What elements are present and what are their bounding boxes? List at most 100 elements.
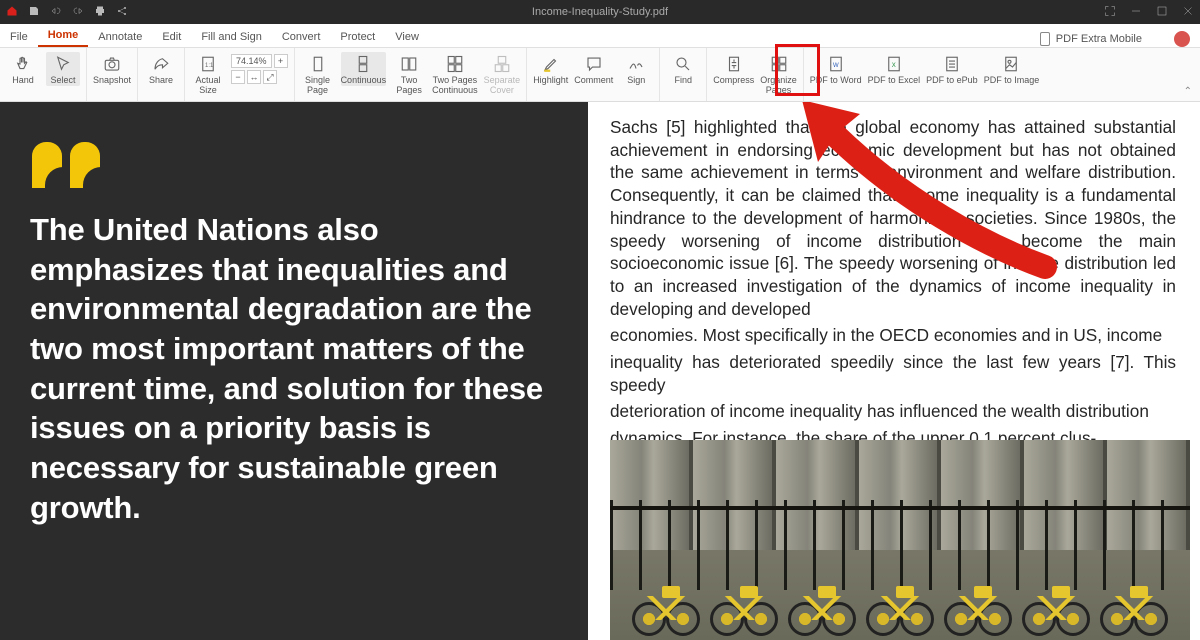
document-viewport[interactable]: The United Nations also emphasizes that … [0,102,1200,640]
save-icon[interactable] [28,5,40,20]
two-pages-cont-icon [445,54,465,74]
page-right-panel: Sachs [5] highlighted that the global ec… [588,102,1200,640]
app-home-icon[interactable] [6,5,18,20]
minimize-icon[interactable] [1130,5,1142,20]
find-button[interactable]: Find [666,52,700,86]
tab-convert[interactable]: Convert [272,27,331,47]
comment-icon [584,54,604,74]
find-label: Find [674,76,692,86]
signature-icon [626,54,646,74]
tab-view[interactable]: View [385,27,429,47]
svg-text:1:1: 1:1 [205,63,214,69]
print-icon[interactable] [94,5,106,20]
body-paragraph: economies. Most specifically in the OECD… [610,324,1176,347]
doc-word-icon: W [826,54,846,74]
share-arrow-icon [151,54,171,74]
two-pages-cont-label: Two Pages Continuous [432,76,478,96]
body-paragraph: deterioration of income inequality has i… [610,400,1176,423]
window-titlebar: Income-Inequality-Study.pdf [0,0,1200,24]
single-page-icon [308,54,328,74]
user-avatar[interactable] [1174,31,1190,47]
highlight-button[interactable]: Highlight [533,52,568,86]
search-icon [673,54,693,74]
page-left-panel: The United Nations also emphasizes that … [0,102,588,640]
doc-excel-icon: X [884,54,904,74]
svg-text:X: X [892,63,896,69]
maximize-icon[interactable] [1156,5,1168,20]
pdf-to-image-button[interactable]: PDF to Image [984,52,1040,86]
select-tool-button[interactable]: Select [46,52,80,86]
doc-epub-icon [942,54,962,74]
pdf-to-excel-button[interactable]: XPDF to Excel [868,52,921,86]
body-paragraph: inequality has deteriorated speedily sin… [610,351,1176,396]
compress-icon [724,54,744,74]
share-label: Share [149,76,173,86]
separate-cover-button: Separate Cover [484,52,521,96]
snapshot-button[interactable]: Snapshot [93,52,131,86]
collapse-ribbon-icon[interactable]: ⌃ [1184,86,1192,97]
snapshot-label: Snapshot [93,76,131,86]
organize-label: Organize Pages [760,76,797,96]
tab-protect[interactable]: Protect [330,27,385,47]
mobile-label[interactable]: PDF Extra Mobile [1056,33,1142,45]
cursor-icon [53,54,73,74]
tab-home[interactable]: Home [38,25,89,47]
close-icon[interactable] [1182,5,1194,20]
svg-text:W: W [833,63,839,69]
two-pages-icon [399,54,419,74]
zoom-fit-page-button[interactable]: ⤢ [263,70,277,84]
separate-cover-label: Separate Cover [484,76,521,96]
zoom-in-button[interactable]: + [274,54,288,68]
zoom-controls: 74.14%+ −↔⤢ [231,52,288,84]
quote-mark-icon [30,142,554,188]
single-page-label: Single Page [305,76,330,96]
hand-icon [13,54,33,74]
tab-annotate[interactable]: Annotate [88,27,152,47]
continuous-icon [353,54,373,74]
document-title: Income-Inequality-Study.pdf [532,6,668,18]
separate-cover-icon [492,54,512,74]
doc-image-icon [1001,54,1021,74]
two-pages-continuous-button[interactable]: Two Pages Continuous [432,52,478,96]
compress-button[interactable]: Compress [713,52,754,86]
article-photo [610,440,1190,640]
comment-button[interactable]: Comment [574,52,613,86]
fullscreen-icon[interactable] [1104,5,1116,20]
continuous-button[interactable]: Continuous [341,52,387,86]
select-label: Select [50,76,75,86]
actual-size-button[interactable]: 1:1Actual Size [191,52,225,96]
two-pages-label: Two Pages [396,76,422,96]
menu-bar: File Home Annotate Edit Fill and Sign Co… [0,24,1200,48]
hand-tool-button[interactable]: Hand [6,52,40,86]
highlighter-icon [541,54,561,74]
quote-text: The United Nations also emphasizes that … [30,210,554,527]
pdf-to-image-label: PDF to Image [984,76,1040,86]
zoom-value[interactable]: 74.14% [231,54,272,68]
undo-icon[interactable] [50,5,62,20]
tab-file[interactable]: File [0,27,38,47]
two-pages-button[interactable]: Two Pages [392,52,426,96]
pdf-to-word-button[interactable]: W PDF to Word [810,52,862,86]
redo-icon[interactable] [72,5,84,20]
hand-label: Hand [12,76,34,86]
mobile-icon [1040,32,1050,46]
compress-label: Compress [713,76,754,86]
body-paragraph: Sachs [5] highlighted that the global ec… [610,116,1176,320]
tab-fill-sign[interactable]: Fill and Sign [191,27,272,47]
organize-icon [769,54,789,74]
comment-label: Comment [574,76,613,86]
share-icon[interactable] [116,5,128,20]
single-page-button[interactable]: Single Page [301,52,335,96]
pdf-to-word-label: PDF to Word [810,76,862,86]
organize-pages-button[interactable]: Organize Pages [760,52,797,96]
zoom-out-button[interactable]: − [231,70,245,84]
sign-label: Sign [627,76,645,86]
sign-button[interactable]: Sign [619,52,653,86]
highlight-label: Highlight [533,76,568,86]
tab-edit[interactable]: Edit [152,27,191,47]
continuous-label: Continuous [341,76,387,86]
share-button[interactable]: Share [144,52,178,86]
pdf-to-epub-label: PDF to ePub [926,76,978,86]
pdf-to-epub-button[interactable]: PDF to ePub [926,52,978,86]
zoom-fit-width-button[interactable]: ↔ [247,70,261,84]
